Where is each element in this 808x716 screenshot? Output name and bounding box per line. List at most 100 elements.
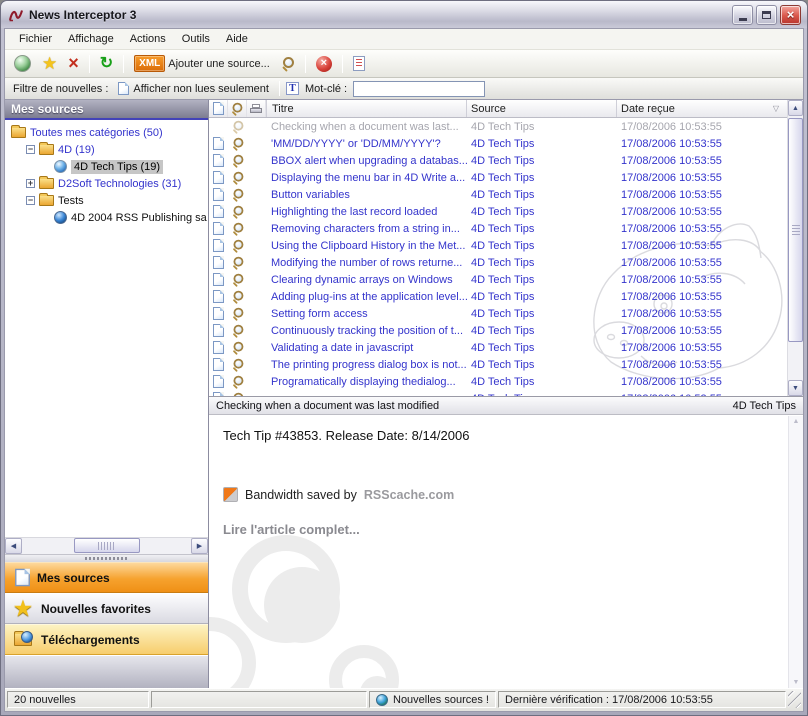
- menu-bar: FichierAffichageActionsOutilsAide: [5, 29, 803, 50]
- magnifier-icon: [231, 358, 244, 371]
- column-source[interactable]: Source: [467, 100, 617, 117]
- article-source: 4D Tech Tips: [467, 240, 617, 252]
- menu-item[interactable]: Actions: [122, 31, 174, 47]
- list-row[interactable]: Removing characters from a string in...4…: [209, 220, 787, 237]
- sidebar-splitter[interactable]: [5, 554, 208, 562]
- column-watch[interactable]: [228, 100, 247, 117]
- menu-item[interactable]: Fichier: [11, 31, 60, 47]
- article-title: Clearing dynamic arrays on Windows: [266, 274, 467, 286]
- read-state-cell: [209, 392, 228, 396]
- minimize-button[interactable]: [732, 5, 753, 25]
- list-row[interactable]: Checking when a document was last...4D T…: [209, 118, 787, 135]
- tree-item[interactable]: Toutes mes catégories (50): [5, 124, 208, 141]
- menu-item[interactable]: Outils: [174, 31, 218, 47]
- list-row[interactable]: The printing progress dialog box is not.…: [209, 356, 787, 373]
- scroll-right-button[interactable]: ▶: [191, 538, 208, 554]
- scrollbar-thumb[interactable]: [788, 118, 803, 342]
- list-row[interactable]: Adding plug-ins at the application level…: [209, 288, 787, 305]
- tree-item[interactable]: +D2Soft Technologies (31): [5, 175, 208, 192]
- stop-button[interactable]: ×: [313, 54, 335, 74]
- toolbar-separator: [342, 55, 343, 73]
- rsscache-link[interactable]: RSScache.com: [364, 488, 454, 502]
- report-button[interactable]: [350, 54, 368, 73]
- close-button[interactable]: ×: [780, 5, 801, 25]
- list-row[interactable]: Modifying the number of rows returne...4…: [209, 254, 787, 271]
- menu-item[interactable]: Aide: [218, 31, 256, 47]
- report-icon: [353, 56, 365, 71]
- home-button[interactable]: [11, 53, 34, 74]
- tree-item[interactable]: −Tests: [5, 192, 208, 209]
- magnifier-icon: [231, 171, 244, 184]
- filter-label: Filtre de nouvelles :: [13, 83, 108, 95]
- column-print[interactable]: [247, 100, 266, 117]
- list-row[interactable]: Setting form access4D Tech Tips17/08/200…: [209, 305, 787, 322]
- read-state-cell: [209, 375, 228, 388]
- tree-item[interactable]: 4D Tech Tips (19): [5, 158, 208, 175]
- search-button[interactable]: [278, 55, 298, 73]
- list-row[interactable]: Programatically displaying thedialog...4…: [209, 373, 787, 390]
- scrollbar-track[interactable]: [22, 538, 191, 554]
- list-row[interactable]: 'MM/DD/YYYY' or 'DD/MM/YYYY'?4D Tech Tip…: [209, 135, 787, 152]
- watch-cell: [228, 171, 247, 185]
- list-row[interactable]: Button variables4D Tech Tips17/08/2006 1…: [209, 186, 787, 203]
- sidebar-button-mes-sources[interactable]: Mes sources: [5, 562, 208, 593]
- list-row[interactable]: Displaying the menu bar in 4D Write a...…: [209, 169, 787, 186]
- watch-cell: [228, 392, 247, 397]
- watch-cell: [228, 358, 247, 372]
- add-source-button[interactable]: XML Ajouter une source...: [131, 53, 273, 74]
- resize-grip[interactable]: [788, 691, 801, 708]
- sidebar-horizontal-scrollbar[interactable]: ◀ ▶: [5, 537, 208, 554]
- items-count-label: 20 nouvelles: [14, 694, 76, 706]
- list-row[interactable]: Clearing dynamic arrays on Windows4D Tec…: [209, 271, 787, 288]
- watch-cell: [228, 256, 247, 270]
- tree-item[interactable]: − 4D (19): [5, 141, 208, 158]
- magnifier-icon: [231, 102, 244, 115]
- scroll-up-button[interactable]: ▲: [788, 100, 803, 116]
- tree-expander-icon[interactable]: +: [26, 179, 35, 188]
- favorites-button[interactable]: ★: [39, 54, 60, 74]
- sidebar-button-telechargements[interactable]: Téléchargements: [5, 624, 208, 655]
- article-date: 17/08/2006 10:53:55: [617, 121, 787, 133]
- article-date: 17/08/2006 10:53:55: [617, 172, 787, 184]
- menu-item[interactable]: Affichage: [60, 31, 122, 47]
- scrollbar-thumb[interactable]: [74, 538, 140, 553]
- scroll-left-button[interactable]: ◀: [5, 538, 22, 554]
- keyword-input[interactable]: [353, 81, 485, 97]
- watch-cell: [228, 120, 247, 134]
- sidebar-button-nouvelles-favorites[interactable]: ★ Nouvelles favorites: [5, 593, 208, 624]
- app-body: FichierAffichageActionsOutilsAide ★ × ↻ …: [4, 28, 804, 712]
- bandwidth-text: Bandwidth saved by: [245, 488, 357, 502]
- list-vertical-scrollbar[interactable]: ▲ ▼: [787, 100, 803, 396]
- watch-cell: [228, 375, 247, 389]
- tree-expander-icon[interactable]: −: [26, 145, 35, 154]
- article-date: 17/08/2006 10:53:55: [617, 189, 787, 201]
- preview-title: Checking when a document was last modifi…: [216, 400, 439, 412]
- tree-item[interactable]: 4D 2004 RSS Publishing sa: [5, 209, 208, 226]
- tree-expander-icon[interactable]: −: [26, 196, 35, 205]
- filter-separator: [279, 81, 280, 96]
- article-title: Setting form access: [266, 308, 467, 320]
- list-row[interactable]: Continuously tracking the position of t.…: [209, 322, 787, 339]
- list-row[interactable]: Highlighting the last record loaded4D Te…: [209, 203, 787, 220]
- delete-button[interactable]: ×: [65, 54, 82, 73]
- article-source: 4D Tech Tips: [467, 325, 617, 337]
- read-state-cell: [209, 205, 228, 218]
- rsscache-icon: [223, 487, 238, 502]
- list-row[interactable]: BBOX alert when upgrading a databas...4D…: [209, 152, 787, 169]
- status-items-count: 20 nouvelles: [7, 691, 149, 708]
- maximize-button[interactable]: [756, 5, 777, 25]
- status-new-sources: Nouvelles sources !: [369, 691, 496, 708]
- column-read-state[interactable]: [209, 100, 228, 117]
- column-date[interactable]: Date reçue ▽: [617, 100, 787, 117]
- scroll-down-button[interactable]: ▼: [788, 380, 803, 396]
- preview-scrollbar[interactable]: ▲ ▼: [788, 416, 803, 688]
- tree-item-label: 4D (19): [58, 144, 95, 156]
- show-unread-only-toggle[interactable]: Afficher non lues seulement: [114, 81, 273, 96]
- read-full-article-link[interactable]: Lire l'article complet...: [223, 522, 789, 537]
- scrollbar-track[interactable]: [788, 116, 803, 380]
- list-row[interactable]: Using the Clipboard History in the Met..…: [209, 237, 787, 254]
- column-title[interactable]: Titre: [266, 100, 467, 117]
- refresh-button[interactable]: ↻: [97, 54, 116, 74]
- list-row[interactable]: Validating a date in javascript4D Tech T…: [209, 339, 787, 356]
- list-row[interactable]: 4D Tech Tips17/08/2006 10:53:55: [209, 390, 787, 396]
